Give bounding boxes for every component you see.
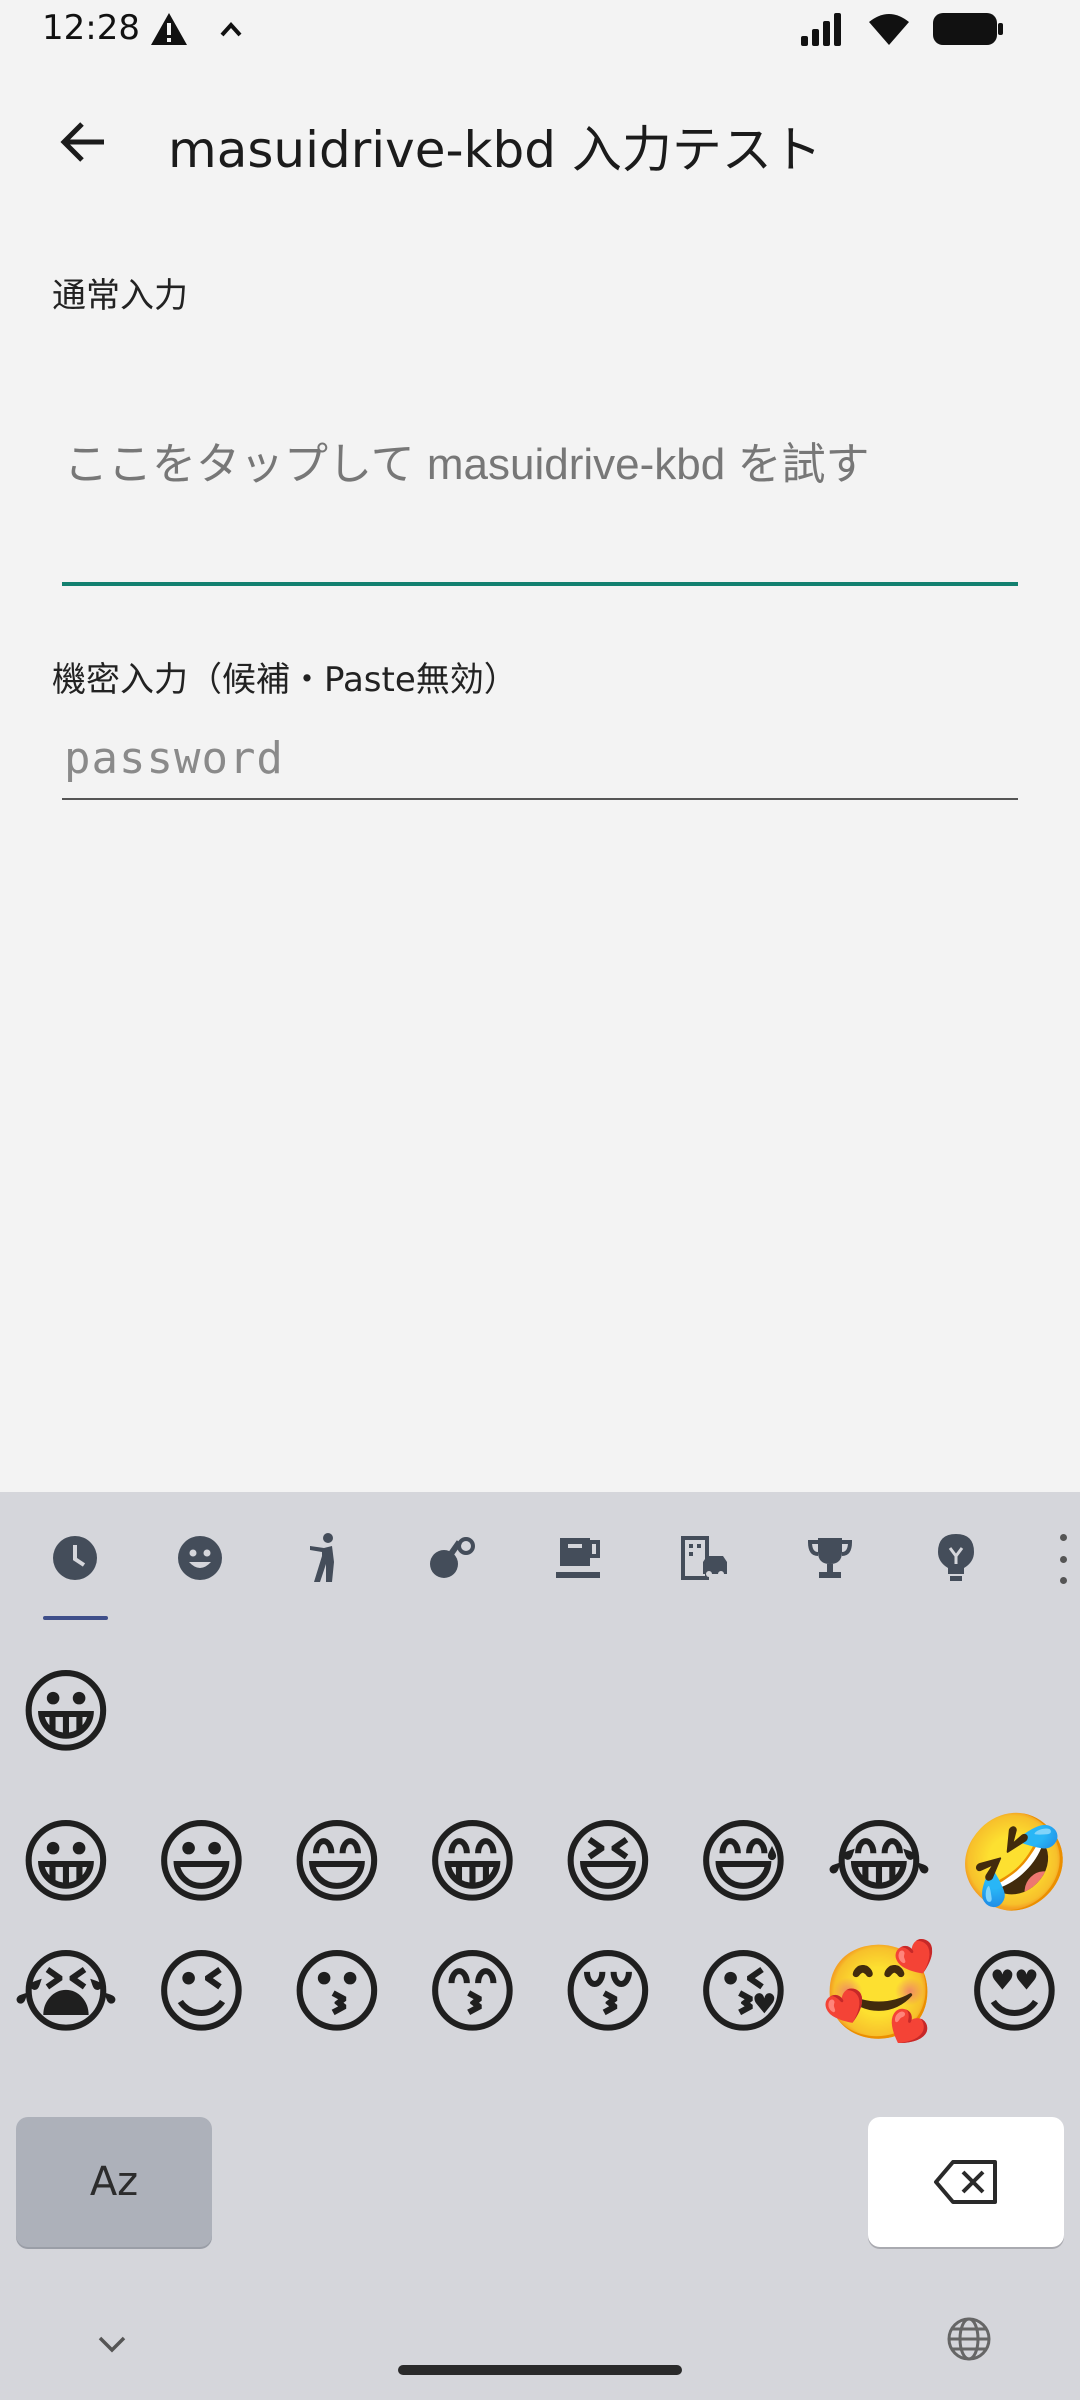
caret-up-icon — [220, 22, 242, 37]
page-title: masuidrive-kbd 入力テスト — [168, 121, 822, 179]
food-drink-icon[interactable] — [548, 1528, 608, 1588]
emoji-key[interactable]: 😂 — [824, 1808, 934, 1918]
emoji-key[interactable]: 😅 — [689, 1808, 799, 1918]
battery-icon — [933, 13, 1003, 45]
travel-building-icon[interactable] — [674, 1528, 734, 1588]
normal-input[interactable]: ここをタップして masuidrive-kbd を試す — [62, 410, 1018, 510]
emoji-key[interactable]: 😙 — [418, 1938, 528, 2048]
emoji-key[interactable]: 🥰 — [822, 1938, 937, 2048]
app-bar: masuidrive-kbd 入力テスト — [0, 70, 1080, 210]
wifi-icon — [869, 14, 909, 45]
chevron-down-icon[interactable] — [90, 2322, 134, 2366]
normal-input-field[interactable]: ここをタップして masuidrive-kbd を試す — [62, 410, 1018, 586]
warning-icon — [151, 13, 187, 45]
password-input[interactable]: password — [62, 720, 1018, 796]
emoji-key[interactable]: 😀 — [11, 1658, 121, 1768]
emoji-key[interactable]: 🤣 — [957, 1808, 1072, 1918]
emoji-key[interactable]: 😄 — [282, 1808, 392, 1918]
delete-button[interactable] — [868, 2117, 1064, 2247]
home-indicator[interactable] — [398, 2365, 682, 2375]
backspace-icon — [934, 2160, 997, 2204]
signal-icon — [801, 13, 841, 46]
activity-icon[interactable] — [422, 1528, 482, 1588]
emoji-key[interactable]: 😆 — [553, 1808, 663, 1918]
emoji-key[interactable]: 😀 — [11, 1808, 121, 1918]
emoji-key[interactable]: 😘 — [689, 1938, 799, 2048]
normal-input-label: 通常入力 — [52, 276, 188, 316]
smiley-icon[interactable] — [170, 1528, 230, 1588]
lightbulb-icon[interactable] — [926, 1528, 986, 1588]
status-notification-icons — [150, 12, 244, 46]
emoji-key[interactable]: 😚 — [553, 1938, 663, 2048]
recent-clock-icon[interactable] — [45, 1528, 105, 1588]
emoji-key[interactable]: 😍 — [960, 1938, 1070, 2048]
selected-category-indicator — [43, 1616, 108, 1620]
globe-icon[interactable] — [944, 2314, 994, 2364]
back-button[interactable] — [44, 102, 124, 182]
normal-input-underline — [62, 582, 1018, 586]
emoji-key[interactable]: 😃 — [147, 1808, 257, 1918]
person-icon[interactable] — [296, 1528, 356, 1588]
status-system-icons — [799, 12, 1005, 46]
emoji-key[interactable]: 😉 — [147, 1938, 257, 2048]
emoji-key[interactable]: 😗 — [282, 1938, 392, 2048]
back-arrow-icon — [60, 122, 104, 162]
trophy-icon[interactable] — [800, 1528, 860, 1588]
abc-keyboard-button[interactable]: Az — [16, 2117, 212, 2247]
emoji-category-bar — [0, 1492, 1080, 1622]
status-time: 12:28 — [42, 8, 140, 48]
emoji-keyboard: Az 😀 😀 😃 😄 😁 😆 😅 😂 🤣 😭 😉 😗 😙 😚 😘 🥰 😍 — [0, 1492, 1080, 2400]
emoji-key[interactable]: 😭 — [11, 1938, 121, 2048]
status-bar: 12:28 — [0, 0, 1080, 62]
more-categories-icon[interactable] — [1058, 1534, 1068, 1584]
emoji-key[interactable]: 😁 — [418, 1808, 528, 1918]
password-input-underline — [62, 798, 1018, 800]
secret-input-label: 機密入力（候補・Paste無効） — [52, 660, 518, 700]
password-field[interactable]: password — [62, 720, 1018, 800]
